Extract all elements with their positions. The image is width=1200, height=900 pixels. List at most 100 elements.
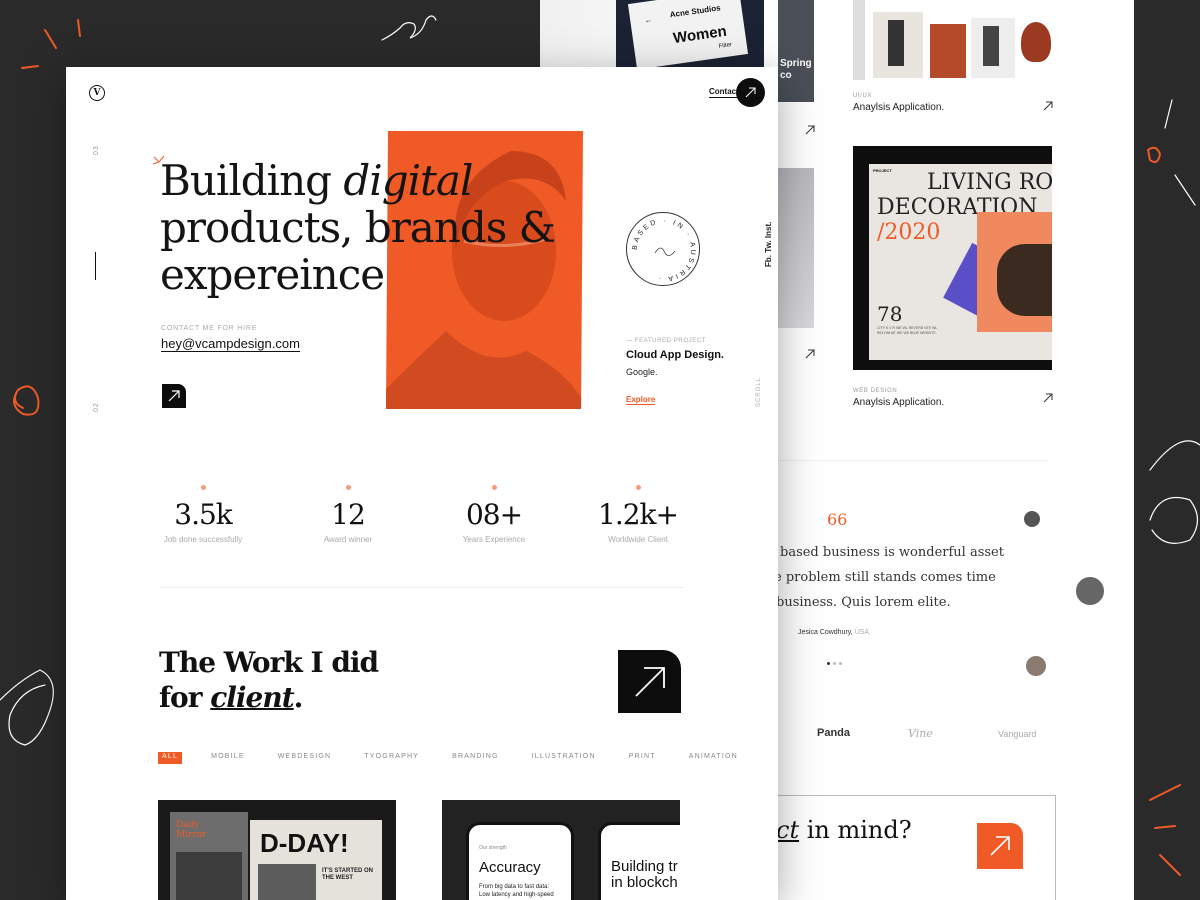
acne-brand: Acne Studios [669,3,722,20]
filter-tab-branding[interactable]: BRANDING [448,752,503,764]
featured-title: Cloud App Design. [626,349,724,361]
cta-arrow-button[interactable] [977,823,1023,869]
brick-image [778,168,814,328]
stat-value: 1.2k+ [598,498,679,531]
living-poster: PROJECT LIVING ROO DECORATION /2020 78 C… [869,164,1052,360]
living-label: PROJECT [873,168,892,173]
chair-gallery [853,0,1051,80]
spring-card: Spring 2021 co [778,0,814,102]
site-logo[interactable]: V [89,85,105,101]
filter-tab-all[interactable]: ALL [158,752,183,764]
arrow-up-right-icon [168,390,180,402]
featured-label: — FEATURED PROJECT [626,338,707,344]
scroll-indicator [95,252,96,280]
acne-card: Acne Studios Women Filter ← [627,0,749,70]
living-title-1: LIVING ROO [927,170,1052,195]
stat-jobs: 3.5k Job done successfully [143,485,263,544]
contact-label: CONTACT ME FOR HIRE [161,325,258,332]
spring-title: Spring 2021 co [780,58,814,81]
front-page: V Contact Me 03 02 Building digital prod… [66,67,778,900]
social-links[interactable]: Fb. Tw. Inst. [764,222,773,267]
stat-label: Award winner [323,535,373,544]
quote-line-3: business. Quis lorem elite. [776,595,951,610]
quote-line-1: based business is wonderful asset [780,545,1004,560]
acne-mockup: Acne Studios Women Filter ← [616,0,764,70]
stat-label: Job done successfully [163,535,243,544]
phone-screen-1: Our strength Accuracy From big data to f… [466,822,574,900]
newspaper-right: D-DAY! IT'S STARTED ON THE WEST [250,820,382,900]
divider [160,587,684,588]
work-arrow-button[interactable] [618,650,681,713]
avatar[interactable] [1024,654,1048,678]
newspaper-masthead: Daily Mirror [176,820,207,840]
stat-dot [491,485,497,490]
avatar[interactable] [1074,575,1106,607]
sparkle-icon [152,155,165,165]
arrow-up-right-icon[interactable] [804,124,816,136]
stat-label: Worldwide Client [608,535,668,544]
email-link[interactable]: hey@vcampdesign.com [161,336,300,352]
card-title[interactable]: Anaylsis Application. [853,397,944,408]
project-card-blockchain[interactable]: Our strength Accuracy From big data to f… [442,800,680,900]
arrow-up-right-icon [635,667,665,697]
section-number-top: 03 [93,145,100,155]
based-in-austria-badge: BASED · IN · AUSTRIA · [626,212,700,286]
filter-tab-mobile[interactable]: MOBILE [207,752,249,764]
stat-dot [200,485,206,490]
stat-value: 08+ [465,498,523,531]
phone-screen-2: Building tr in blockch [598,822,680,900]
arrow-up-right-icon[interactable] [1042,100,1054,112]
stat-value: 3.5k [174,498,233,531]
stat-dot [635,485,641,490]
filter-tab-print[interactable]: PRINT [625,752,660,764]
avatar[interactable] [1022,509,1042,529]
client-logo-panda: Panda [817,727,851,739]
arrow-up-right-icon [745,87,756,98]
living-card[interactable]: PROJECT LIVING ROO DECORATION /2020 78 C… [853,146,1052,370]
slider-dots[interactable] [827,662,842,665]
newspaper-headline: D-DAY! [260,828,349,858]
filter-tab-webdesign[interactable]: WEBDESIGN [274,752,336,764]
hero-arrow-button[interactable] [162,384,186,408]
filter-tabs: ALL MOBILE WEBDESIGN TYOGRAPHY BRANDING … [158,752,767,764]
living-small: CITY K V R WE WL REVERB NTE WL RELYWHAT … [877,326,938,335]
acne-filter[interactable]: Filter [718,42,732,50]
phone-title-2: Building tr in blockch [611,858,678,891]
project-card-newspaper[interactable]: Daily Mirror D-DAY! IT'S STARTED ON THE … [158,800,396,900]
hero-title-line3: expereince [160,250,385,299]
phone-title: Accuracy [479,859,541,876]
quote-mark: 66 [827,510,848,529]
badge-ring: BASED · IN · AUSTRIA · [632,218,696,282]
filter-tab-animation[interactable]: ANIMATION [685,752,742,764]
card-title[interactable]: Anaylsis Application. [853,102,944,113]
svg-text:BASED · IN · AUSTRIA ·: BASED · IN · AUSTRIA · [632,218,696,282]
filter-tab-typography[interactable]: TYOGRAPHY [360,752,423,764]
stat-clients: 1.2k+ Worldwide Client [578,485,698,544]
featured-client: Google. [626,367,658,377]
explore-link[interactable]: Explore [626,395,656,405]
work-title: The Work I did for client. [159,646,379,714]
stat-awards: 12 Award winner [288,485,408,544]
phone-body: From big data to fast data: Low latency … [479,884,554,898]
stat-dot [345,485,351,490]
phone-label: Our strength [479,845,507,851]
arrow-up-right-icon[interactable] [804,348,816,360]
cta-text: ct in mind? [776,816,912,844]
newspaper-left: Daily Mirror [170,812,248,900]
quote-line-2: e problem still stands comes time [774,570,996,585]
stat-label: Years Experience [462,535,526,544]
filter-tab-illustration[interactable]: ILLUSTRATION [528,752,600,764]
badge-text: BASED · IN · AUSTRIA · [632,218,694,282]
card-category: UI/UX [853,93,873,99]
arrow-up-right-icon [990,836,1010,856]
back-arrow-icon[interactable]: ← [644,15,653,25]
arrow-up-right-icon[interactable] [1042,392,1054,404]
hero-title-line2: products, brands & [160,203,556,252]
contact-button[interactable] [736,78,765,107]
card-category: WEB DESIGN [853,388,898,394]
living-year: /2020 [877,220,941,245]
stat-value: 12 [331,498,366,531]
stat-experience: 08+ Years Experience [434,485,554,544]
client-logo-vine: Vine [908,727,933,740]
quote-author: Jesica Cowdhury, USA [798,629,870,636]
